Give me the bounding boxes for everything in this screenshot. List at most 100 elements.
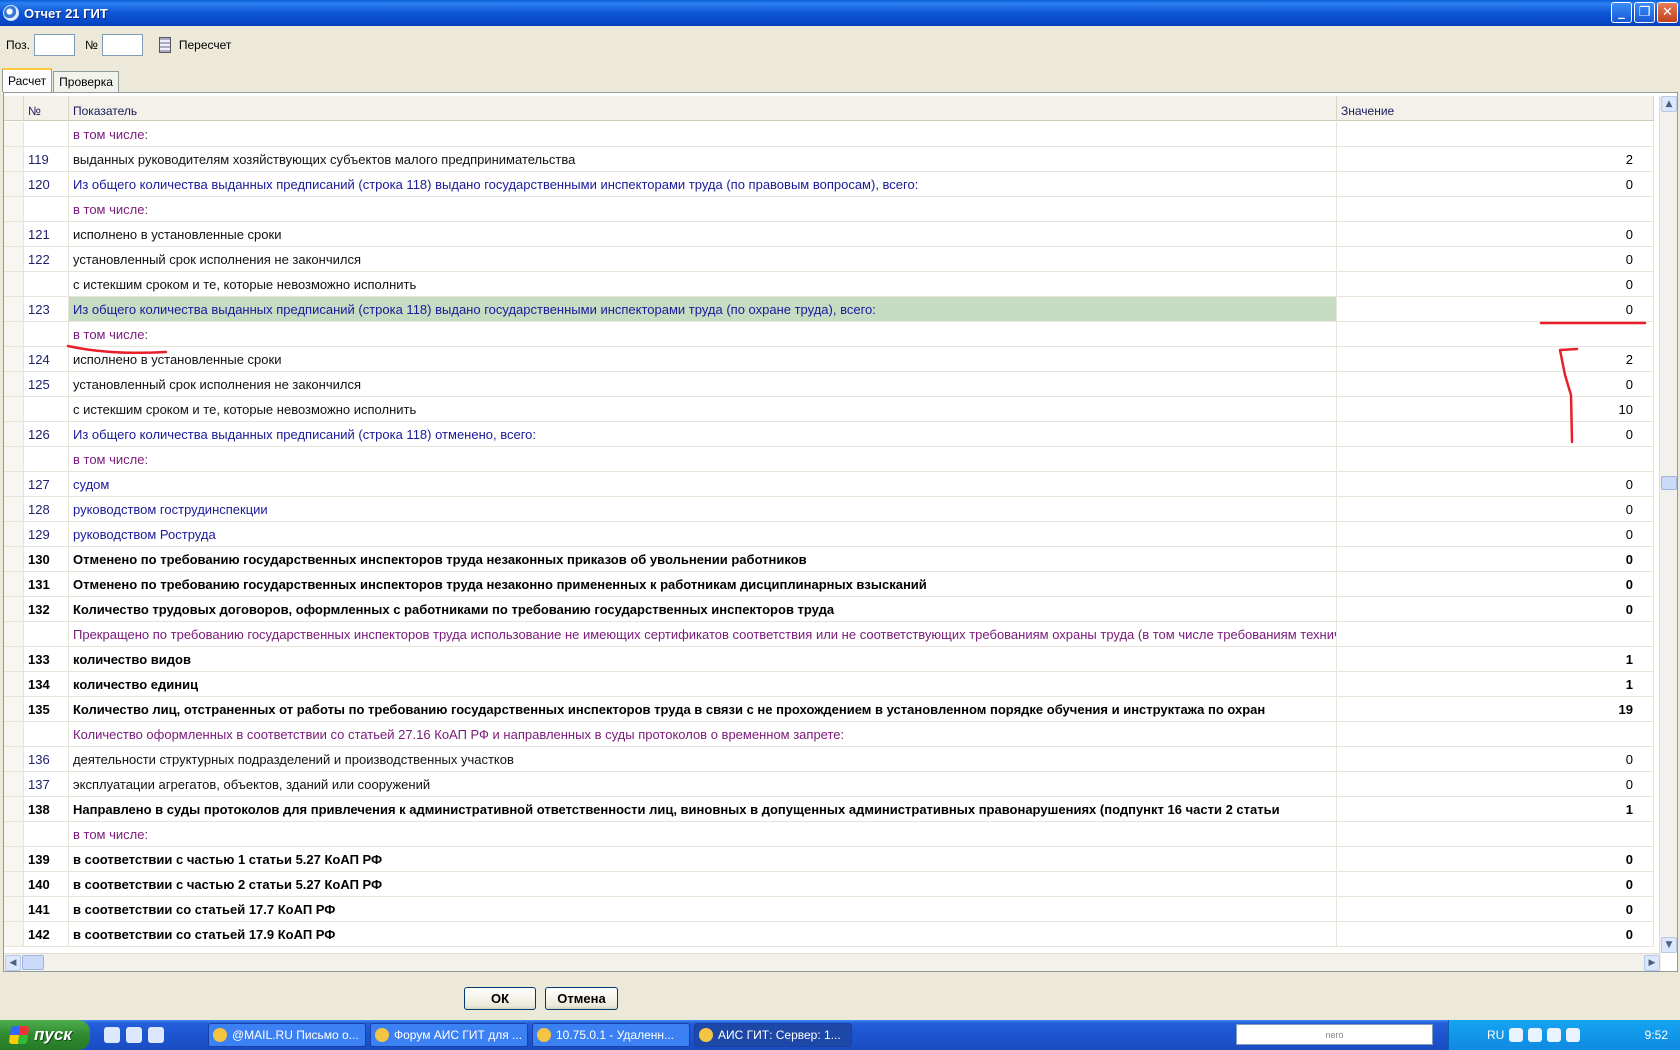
row-indicator[interactable]: [4, 297, 24, 321]
table-row[interactable]: 142 в соответствии со статьей 17.9 КоАП Р…: [4, 922, 1654, 947]
quick-launch-app-icon[interactable]: [126, 1027, 142, 1043]
taskbar-item-ais-git[interactable]: АИС ГИТ: Сервер: 1...: [694, 1023, 852, 1047]
row-indicator[interactable]: [4, 422, 24, 446]
cell-value[interactable]: 10: [1337, 397, 1654, 421]
cell-value[interactable]: 0: [1337, 922, 1654, 946]
ok-button[interactable]: ОК: [464, 987, 536, 1010]
row-indicator[interactable]: [4, 772, 24, 796]
cell-value[interactable]: [1337, 822, 1654, 846]
table-row[interactable]: 137 эксплуатации агрегатов, объектов, зда…: [4, 772, 1654, 797]
cell-value[interactable]: 0: [1337, 472, 1654, 496]
table-row[interactable]: 131 Отменено по требованию государственны…: [4, 572, 1654, 597]
column-header-num[interactable]: №: [24, 96, 69, 120]
cell-value[interactable]: 0: [1337, 847, 1654, 871]
row-indicator[interactable]: [4, 222, 24, 246]
calculator-icon[interactable]: [158, 37, 171, 53]
table-row[interactable]: 126 Из общего количества выданных предпис…: [4, 422, 1654, 447]
cell-value[interactable]: 0: [1337, 747, 1654, 771]
cell-value[interactable]: [1337, 322, 1654, 346]
cell-value[interactable]: 0: [1337, 497, 1654, 521]
row-indicator[interactable]: [4, 572, 24, 596]
tab-proverka[interactable]: Проверка: [53, 71, 119, 92]
row-indicator[interactable]: [4, 397, 24, 421]
table-row[interactable]: в том числе:: [4, 822, 1654, 847]
horizontal-scrollbar[interactable]: ◀ ▶: [4, 953, 1661, 971]
row-indicator[interactable]: [4, 497, 24, 521]
show-desktop-icon[interactable]: [104, 1027, 120, 1043]
row-indicator[interactable]: [4, 822, 24, 846]
table-row[interactable]: 134 количество единиц 1: [4, 672, 1654, 697]
cancel-button[interactable]: Отмена: [545, 987, 618, 1010]
scroll-left-icon[interactable]: ◀: [5, 955, 21, 971]
recalc-button[interactable]: Пересчет: [179, 38, 232, 52]
table-row[interactable]: 133 количество видов 1: [4, 647, 1654, 672]
row-indicator[interactable]: [4, 122, 24, 146]
pos-input[interactable]: [34, 34, 75, 56]
cell-value[interactable]: 19: [1337, 697, 1654, 721]
table-row[interactable]: 128 руководством гострудинспекции 0: [4, 497, 1654, 522]
tray-app-icon[interactable]: [1547, 1028, 1562, 1042]
cell-value[interactable]: 0: [1337, 422, 1654, 446]
table-row[interactable]: 127 судом 0: [4, 472, 1654, 497]
table-row[interactable]: 135 Количество лиц, отстраненных от работ…: [4, 697, 1654, 722]
taskbar-item-forum[interactable]: Форум АИС ГИТ для ...: [370, 1023, 528, 1047]
tray-app-icon[interactable]: [1566, 1028, 1581, 1042]
start-button[interactable]: пуск: [0, 1020, 90, 1050]
table-row[interactable]: 122 установленный срок исполнения не зако…: [4, 247, 1654, 272]
table-row[interactable]: с истекшим сроком и те, которые невозмож…: [4, 397, 1654, 422]
num-input[interactable]: [101, 34, 143, 56]
report-grid[interactable]: № Показатель Значение в том числе: 119 выд…: [3, 92, 1678, 972]
table-row[interactable]: Количество оформленных в соответствии со…: [4, 722, 1654, 747]
row-indicator[interactable]: [4, 447, 24, 471]
horizontal-scroll-thumb[interactable]: [22, 955, 44, 970]
vertical-scrollbar[interactable]: ▲ ▼: [1659, 96, 1677, 953]
cell-value[interactable]: 0: [1337, 572, 1654, 596]
mail-icon[interactable]: [1528, 1028, 1543, 1042]
row-indicator[interactable]: [4, 897, 24, 921]
scroll-up-icon[interactable]: ▲: [1661, 96, 1677, 112]
close-button[interactable]: ✕: [1657, 2, 1678, 23]
table-row[interactable]: в том числе:: [4, 122, 1654, 147]
scroll-right-icon[interactable]: ▶: [1644, 955, 1660, 971]
row-indicator[interactable]: [4, 372, 24, 396]
cell-value[interactable]: 0: [1337, 272, 1654, 296]
cell-value[interactable]: 0: [1337, 372, 1654, 396]
row-indicator[interactable]: [4, 472, 24, 496]
column-header-value[interactable]: Значение: [1337, 96, 1654, 120]
cell-value[interactable]: 0: [1337, 172, 1654, 196]
table-row[interactable]: 138 Направлено в суды протоколов для прив…: [4, 797, 1654, 822]
cell-value[interactable]: 1: [1337, 647, 1654, 671]
cell-value[interactable]: 2: [1337, 147, 1654, 171]
row-indicator[interactable]: [4, 722, 24, 746]
taskbar-item-mail[interactable]: @MAIL.RU Письмо о...: [208, 1023, 366, 1047]
cell-value[interactable]: 1: [1337, 797, 1654, 821]
row-indicator[interactable]: [4, 622, 24, 646]
cell-value[interactable]: 0: [1337, 897, 1654, 921]
row-indicator[interactable]: [4, 697, 24, 721]
cell-value[interactable]: 0: [1337, 247, 1654, 271]
cell-value[interactable]: 0: [1337, 772, 1654, 796]
table-row[interactable]: 139 в соответствии с частью 1 статьи 5.27…: [4, 847, 1654, 872]
cell-value[interactable]: [1337, 122, 1654, 146]
row-indicator[interactable]: [4, 922, 24, 946]
cell-value[interactable]: 0: [1337, 222, 1654, 246]
nero-search-box[interactable]: nero: [1236, 1024, 1433, 1045]
cell-value[interactable]: 0: [1337, 597, 1654, 621]
table-row[interactable]: в том числе:: [4, 197, 1654, 222]
row-indicator[interactable]: [4, 347, 24, 371]
row-indicator[interactable]: [4, 322, 24, 346]
tab-raschet[interactable]: Расчет: [2, 68, 53, 92]
vertical-scroll-thumb[interactable]: [1661, 476, 1677, 490]
table-row[interactable]: 123 Из общего количества выданных предпис…: [4, 297, 1654, 322]
table-row[interactable]: 124 исполнено в установленные сроки 2: [4, 347, 1654, 372]
row-indicator[interactable]: [4, 847, 24, 871]
cell-value[interactable]: [1337, 722, 1654, 746]
table-row[interactable]: 141 в соответствии со статьей 17.7 КоАП Р…: [4, 897, 1654, 922]
table-row[interactable]: 140 в соответствии с частью 2 статьи 5.27…: [4, 872, 1654, 897]
taskbar-item-remote[interactable]: 10.75.0.1 - Удаленн...: [532, 1023, 690, 1047]
table-row[interactable]: 119 выданных руководителям хозяйствующих …: [4, 147, 1654, 172]
row-indicator[interactable]: [4, 597, 24, 621]
language-indicator[interactable]: RU: [1487, 1028, 1504, 1042]
internet-explorer-icon[interactable]: [148, 1027, 164, 1043]
table-row[interactable]: с истекшим сроком и те, которые невозмож…: [4, 272, 1654, 297]
